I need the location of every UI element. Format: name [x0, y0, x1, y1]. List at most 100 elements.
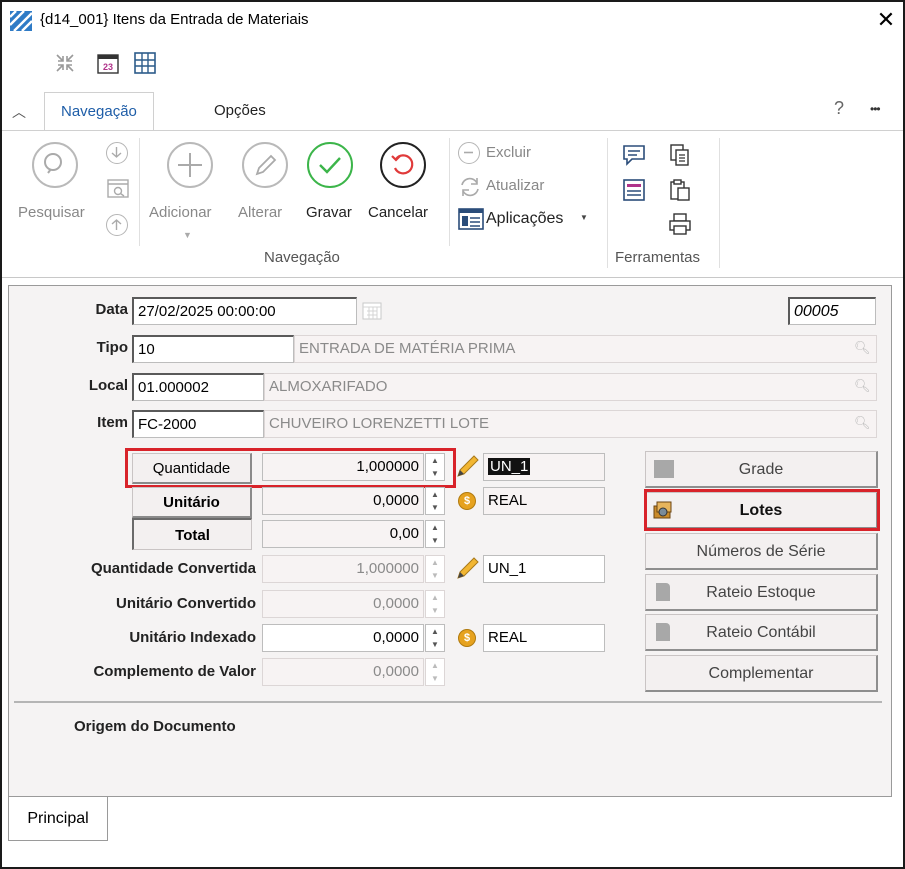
- complement-button[interactable]: Complementar: [645, 655, 878, 692]
- indexed-currency-field[interactable]: REAL: [483, 624, 605, 652]
- cancel-button[interactable]: [380, 142, 426, 188]
- currency-coin-icon[interactable]: $: [458, 492, 476, 510]
- paste-icon[interactable]: [668, 178, 692, 202]
- search-button[interactable]: [32, 142, 78, 188]
- edit-button[interactable]: [242, 142, 288, 188]
- window: {d14_001} Itens da Entrada de Materiais …: [0, 0, 905, 869]
- applications-icon[interactable]: [458, 207, 484, 231]
- arrow-down-icon: [111, 147, 122, 158]
- total-field[interactable]: 0,00: [262, 520, 424, 548]
- item-name-field: CHUVEIRO LORENZETTI LOTE: [264, 410, 877, 438]
- delete-button-icon[interactable]: [458, 142, 480, 164]
- app-logo-icon: [10, 11, 32, 31]
- unit-price-currency-field[interactable]: REAL: [483, 487, 605, 515]
- tab-opcoes[interactable]: Opções: [198, 92, 282, 130]
- calendar-icon[interactable]: 23: [97, 52, 119, 74]
- add-dropdown-icon[interactable]: ▼: [183, 230, 192, 240]
- document-number-field[interactable]: 00005: [788, 297, 876, 325]
- copy-icon[interactable]: [668, 143, 692, 167]
- indexed-unit-spinner[interactable]: ▲ ▼: [425, 624, 445, 652]
- indexed-currency-coin-icon[interactable]: $: [458, 629, 476, 647]
- pencil-converted-unit-icon[interactable]: [454, 555, 480, 581]
- stock-allocation-label: Rateio Estoque: [706, 584, 816, 601]
- tab-navegacao[interactable]: Navegação: [44, 92, 154, 130]
- refresh-icon[interactable]: [457, 174, 483, 200]
- value-complement-spinner[interactable]: ▲ ▼: [425, 658, 445, 686]
- indexed-unit-field[interactable]: 0,0000: [262, 624, 424, 652]
- lotes-highlight: [644, 489, 880, 531]
- search-icon: [44, 153, 62, 174]
- item-code-field[interactable]: FC-2000: [132, 410, 264, 438]
- pencil-unit-icon[interactable]: [454, 453, 480, 479]
- stock-allocation-icon: [656, 583, 670, 601]
- value-complement-field: 0,0000: [262, 658, 424, 686]
- tab-principal[interactable]: Principal: [8, 797, 108, 841]
- close-icon[interactable]: ✕: [874, 8, 898, 32]
- help-icon[interactable]: ?: [834, 98, 844, 119]
- date-label: Data: [95, 301, 128, 318]
- grade-icon: [654, 460, 674, 478]
- converted-unit-label: Unitário Convertido: [115, 595, 256, 612]
- converted-quantity-field: 1,000000: [262, 555, 424, 583]
- local-label: Local: [88, 377, 128, 394]
- converted-unit-field: 0,0000: [262, 590, 424, 618]
- origin-label: Origem do Documento: [74, 718, 236, 735]
- item-lookup-icon[interactable]: 🔍︎: [854, 415, 871, 431]
- indexed-unit-label: Unitário Indexado: [129, 629, 256, 646]
- section-divider: [14, 701, 882, 703]
- delete-label[interactable]: Excluir: [486, 144, 531, 161]
- local-lookup-icon[interactable]: 🔍︎: [854, 378, 871, 394]
- window-title: {d14_001} Itens da Entrada de Materiais: [40, 11, 309, 28]
- serial-numbers-button[interactable]: Números de Série: [645, 533, 878, 570]
- type-label: Tipo: [96, 339, 128, 356]
- ribbon-collapse-icon[interactable]: ︿: [12, 102, 30, 120]
- refresh-label[interactable]: Atualizar: [486, 177, 544, 194]
- applications-dropdown-icon[interactable]: ▼: [580, 213, 588, 222]
- up-arrow-button[interactable]: [106, 214, 128, 236]
- add-label: Adicionar: [149, 204, 212, 221]
- minus-icon: [464, 151, 473, 154]
- grid-settings-icon[interactable]: [134, 52, 156, 74]
- local-code-field[interactable]: 01.000002: [132, 373, 264, 401]
- save-label: Gravar: [306, 204, 352, 221]
- type-code-field[interactable]: 10: [132, 335, 294, 363]
- converted-quantity-unit-field[interactable]: UN_1: [483, 555, 605, 583]
- value-complement-label: Complemento de Valor: [93, 663, 256, 680]
- pencil-icon: [255, 154, 277, 176]
- plus-icon: [178, 153, 202, 177]
- add-button[interactable]: [167, 142, 213, 188]
- title-bar: {d14_001} Itens da Entrada de Materiais …: [2, 2, 903, 40]
- applications-label[interactable]: Aplicações: [486, 210, 563, 228]
- total-button[interactable]: Total: [132, 518, 252, 550]
- print-icon[interactable]: [668, 212, 692, 236]
- unit-price-spinner[interactable]: ▲ ▼: [425, 487, 445, 515]
- total-spinner[interactable]: ▲ ▼: [425, 520, 445, 548]
- quantity-unit-field[interactable]: UN_1: [483, 453, 605, 481]
- save-button[interactable]: [307, 142, 353, 188]
- more-icon[interactable]: •••: [870, 102, 881, 116]
- edit-label: Alterar: [238, 204, 283, 221]
- unit-price-field[interactable]: 0,0000: [262, 487, 424, 515]
- stock-allocation-button[interactable]: Rateio Estoque: [645, 574, 878, 611]
- accounting-allocation-label: Rateio Contábil: [706, 624, 816, 641]
- type-name-field: ENTRADA DE MATÉRIA PRIMA: [294, 335, 877, 363]
- search-label: Pesquisar: [18, 204, 85, 221]
- type-lookup-icon[interactable]: 🔍︎: [854, 340, 871, 356]
- converted-unit-spinner[interactable]: ▲ ▼: [425, 590, 445, 618]
- unit-price-button[interactable]: Unitário: [132, 487, 252, 518]
- quantity-unit-value: UN_1: [488, 458, 531, 475]
- comment-icon[interactable]: [622, 143, 646, 167]
- find-window-icon[interactable]: [106, 177, 130, 201]
- ribbon: [2, 130, 903, 278]
- collapse-icon[interactable]: [54, 52, 76, 74]
- down-arrow-button[interactable]: [106, 142, 128, 164]
- group-label-navegacao: Navegação: [264, 249, 340, 266]
- calendar-picker-icon[interactable]: [362, 301, 382, 321]
- converted-quantity-spinner[interactable]: ▲ ▼: [425, 555, 445, 583]
- accounting-allocation-button[interactable]: Rateio Contábil: [645, 614, 878, 651]
- svg-text:23: 23: [103, 62, 113, 72]
- list-form-icon[interactable]: [622, 178, 646, 202]
- date-field[interactable]: 27/02/2025 00:00:00: [132, 297, 357, 325]
- grade-button[interactable]: Grade: [645, 451, 878, 488]
- arrow-up-icon: [111, 219, 122, 230]
